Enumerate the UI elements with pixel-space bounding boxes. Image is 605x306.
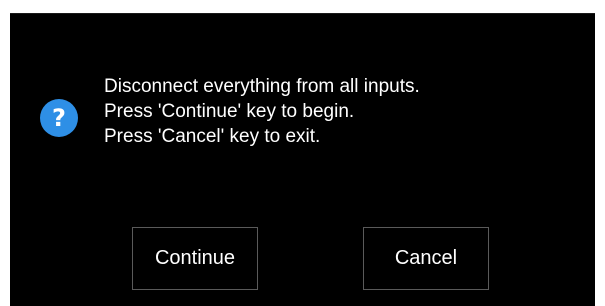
cancel-button[interactable]: Cancel — [363, 227, 489, 290]
message-line-3: Press 'Cancel' key to exit. — [104, 126, 321, 147]
continue-button[interactable]: Continue — [132, 227, 258, 290]
question-mark-glyph: ? — [52, 104, 66, 132]
confirmation-dialog: ? Disconnect everything from all inputs.… — [10, 13, 595, 306]
question-icon: ? — [40, 99, 78, 137]
message-line-1: Disconnect everything from all inputs. — [104, 76, 420, 97]
dialog-message: Disconnect everything from all inputs. P… — [104, 74, 574, 149]
message-line-2: Press 'Continue' key to begin. — [104, 101, 355, 122]
